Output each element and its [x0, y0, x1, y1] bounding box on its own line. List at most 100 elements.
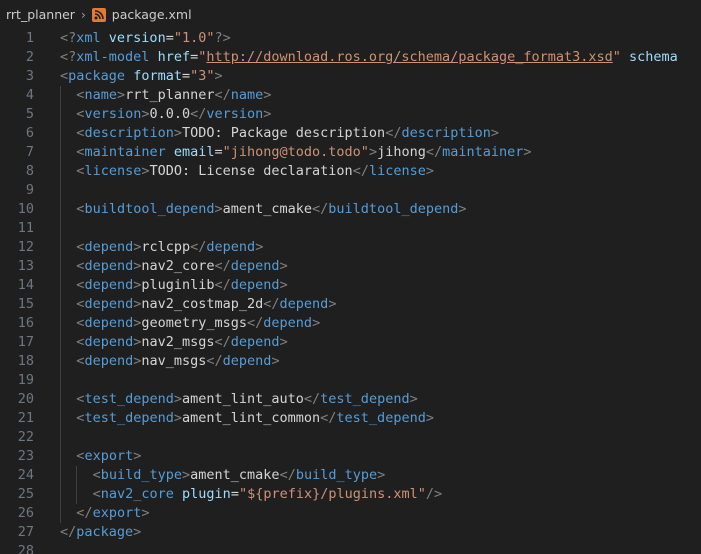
code-line[interactable]: 15 <depend>nav2_costmap_2d</depend>	[0, 295, 701, 314]
code-line[interactable]: 22	[0, 428, 701, 447]
code-line[interactable]: 5 <version>0.0.0</version>	[0, 105, 701, 124]
code-line[interactable]: 20 <test_depend>ament_lint_auto</test_dep…	[0, 390, 701, 409]
code-text: <description>TODO: Package description</…	[76, 124, 499, 143]
code-line[interactable]: 3 <package format="3">	[0, 67, 701, 86]
line-number: 20	[17, 391, 34, 407]
indent-guide	[60, 105, 61, 124]
token-pun: >	[409, 391, 418, 407]
line-number: 13	[17, 258, 34, 274]
line-number: 18	[17, 353, 34, 369]
token-tag: package	[76, 524, 134, 540]
line-number: 1	[25, 30, 34, 46]
token-tag: depend	[230, 277, 280, 293]
code-line[interactable]: 6 <description>TODO: Package description<…	[0, 124, 701, 143]
token-tag: build_type	[295, 467, 378, 483]
code-text: <package format="3">	[60, 67, 223, 86]
code-line[interactable]: 16 <depend>geometry_msgs</depend>	[0, 314, 701, 333]
code-text: <depend>nav2_costmap_2d</depend>	[76, 295, 336, 314]
code-line[interactable]: 4 <name>rrt_planner</name>	[0, 86, 701, 105]
breadcrumb-folder[interactable]: rrt_planner	[0, 7, 75, 22]
token-pun: >	[490, 125, 499, 141]
indent-guide	[60, 124, 61, 143]
token-pun: </	[214, 87, 231, 103]
token-pun: >	[141, 505, 150, 521]
code-text: </export>	[76, 504, 149, 523]
code-line[interactable]: 23 <export>	[0, 447, 701, 466]
indent-guide	[60, 257, 61, 276]
token-pun: </	[303, 391, 321, 407]
line-number: 17	[17, 334, 34, 350]
code-line[interactable]: 2 <?xml-model href= "http://download.ros.o…	[0, 48, 701, 67]
token-tag: depend	[84, 315, 134, 331]
indent-guide	[60, 314, 61, 333]
code-line[interactable]: 24 <build_type>ament_cmake</build_type>	[0, 466, 701, 485]
token-str: "${prefix}/plugins.xml"	[238, 486, 426, 502]
code-line[interactable]: 21 <test_depend>ament_lint_common</test_d…	[0, 409, 701, 428]
line-number: 4	[25, 87, 34, 103]
line-number: 27	[17, 524, 34, 540]
token-tag: name	[230, 87, 264, 103]
indent-guide	[60, 295, 61, 314]
code-line[interactable]: 9	[0, 181, 701, 200]
code-line[interactable]: 28	[0, 542, 701, 554]
code-line[interactable]: 8 <license>TODO: License declaration</lic…	[0, 162, 701, 181]
token-tag: test_depend	[84, 391, 174, 407]
code-line[interactable]: 27 </package>	[0, 523, 701, 542]
token-pun: >	[377, 467, 386, 483]
token-pun: <?	[60, 30, 77, 46]
code-line[interactable]: 13 <depend>nav2_core</depend>	[0, 257, 701, 276]
code-line[interactable]: 10 <buildtool_depend>ament_cmake</buildto…	[0, 200, 701, 219]
indent-guide	[76, 466, 78, 485]
token-txt: =	[214, 144, 223, 160]
token-attr: href	[157, 49, 191, 65]
code-line[interactable]: 12 <depend>rclcpp</depend>	[0, 238, 701, 257]
token-txt: ament_lint_common	[181, 410, 321, 426]
code-line[interactable]: 19	[0, 371, 701, 390]
code-line[interactable]: 17 <depend>nav2_msgs</depend>	[0, 333, 701, 352]
token-tag: version	[206, 106, 264, 122]
line-number: 6	[25, 125, 34, 141]
token-pun: >	[173, 125, 182, 141]
token-tag: build_type	[100, 467, 183, 483]
code-text: </package>	[60, 523, 141, 542]
code-line[interactable]: 7 <maintainer email="jihong@todo.todo">ji…	[0, 143, 701, 162]
token-tag: maintainer	[442, 144, 524, 160]
token-tag: description	[84, 125, 174, 141]
token-tag: version	[84, 106, 142, 122]
code-editor[interactable]: 1 <?xml version="1.0"?> 2 <?xml-model href=…	[0, 29, 701, 554]
token-pun: </	[76, 505, 93, 521]
token-pun: >	[133, 448, 142, 464]
code-text: <depend>rclcpp</depend>	[76, 238, 263, 257]
code-line[interactable]: 18 <depend>nav_msgs</depend>	[0, 352, 701, 371]
line-number: 24	[17, 467, 34, 483]
code-text: <?xml version="1.0"?>	[60, 29, 231, 48]
line-number: 10	[17, 201, 34, 217]
token-txt: =	[181, 68, 191, 84]
token-tag: depend	[84, 296, 134, 312]
token-txt: ament_lint_auto	[181, 391, 304, 407]
token-pun: >	[328, 296, 337, 312]
token-pun: </	[214, 334, 231, 350]
token-pun: >	[255, 239, 264, 255]
token-pun: </	[214, 277, 231, 293]
token-pun: >	[263, 87, 272, 103]
token-tag: name	[84, 87, 117, 103]
token-tag: depend	[222, 353, 272, 369]
code-line[interactable]: 25 <nav2_core plugin="${prefix}/plugins.x…	[0, 485, 701, 504]
indent-guide	[60, 333, 61, 352]
breadcrumb-file[interactable]: package.xml	[112, 7, 192, 22]
code-line[interactable]: 26 </export>	[0, 504, 701, 523]
code-text: <test_depend>ament_lint_common</test_dep…	[76, 409, 434, 428]
code-text: <depend>nav_msgs</depend>	[76, 352, 279, 371]
code-line[interactable]: 11	[0, 219, 701, 238]
token-tag: test_depend	[320, 391, 410, 407]
token-pun: </	[385, 125, 402, 141]
code-line[interactable]: 14 <depend>pluginlib</depend>	[0, 276, 701, 295]
token-pun: </	[352, 163, 369, 179]
code-text: <depend>nav2_core</depend>	[76, 257, 287, 276]
token-tag: nav2_core	[100, 486, 174, 502]
code-line[interactable]: 1 <?xml version="1.0"?>	[0, 29, 701, 48]
token-tag: license	[368, 163, 426, 179]
